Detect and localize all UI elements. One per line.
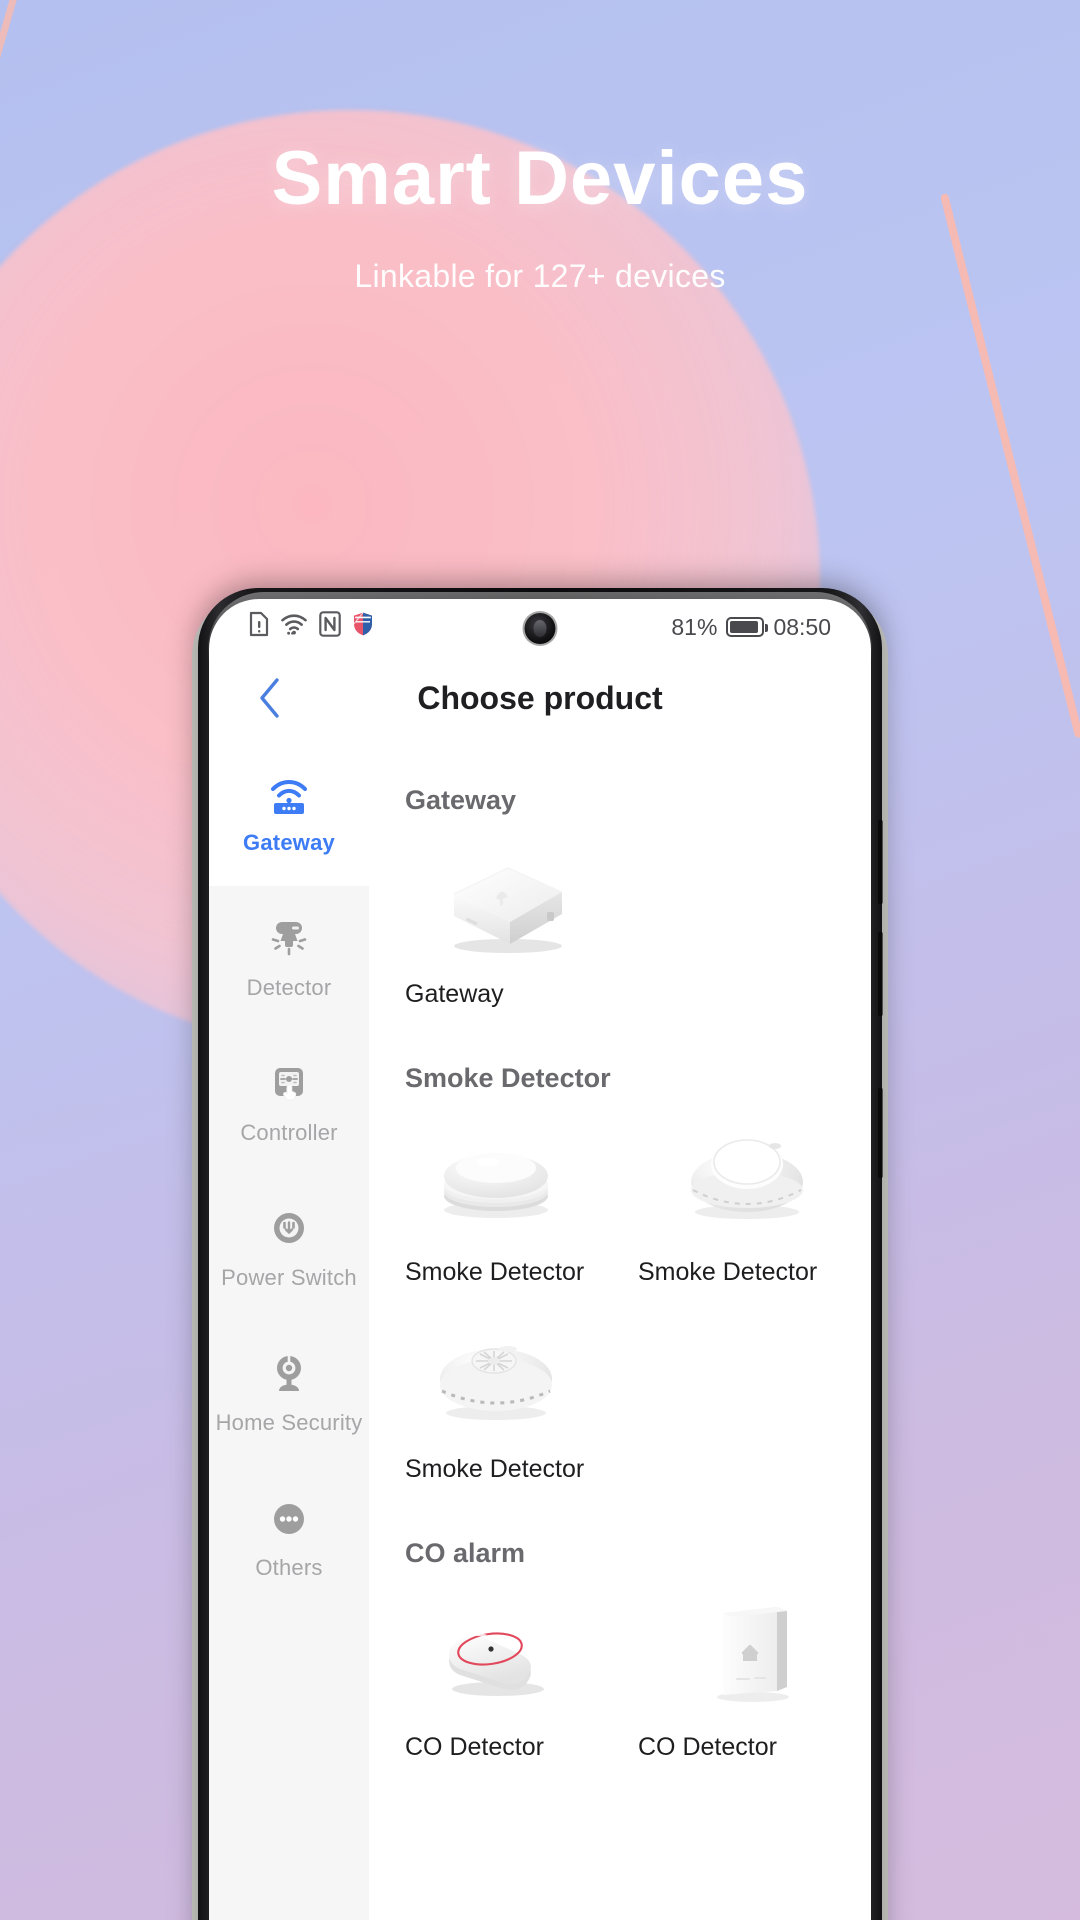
front-camera-punch-hole	[524, 613, 556, 644]
promo-text-block: Smart Devices Linkable for 127+ devices	[0, 0, 1080, 295]
sidebar-item-label: Power Switch	[221, 1265, 357, 1290]
status-bar: 81% 08:50	[209, 599, 871, 655]
status-bar-right: 81% 08:50	[671, 614, 831, 641]
product-label: CO Detector	[638, 1733, 777, 1761]
section-title: CO alarm	[405, 1538, 526, 1568]
product-label: Gateway	[405, 980, 504, 1008]
controller-panel-icon	[262, 1061, 316, 1107]
product-image-smoke-domed	[662, 1124, 852, 1236]
battery-percent-label: 81%	[671, 613, 718, 640]
product-label: Smoke Detector	[405, 1455, 585, 1483]
sidebar-item-home-security[interactable]: Home Security	[209, 1321, 369, 1466]
product-card[interactable]: Gateway	[405, 822, 638, 1019]
ellipsis-icon	[262, 1496, 316, 1542]
back-button[interactable]	[245, 674, 293, 722]
power-button[interactable]	[878, 1088, 883, 1178]
power-socket-icon	[262, 1206, 316, 1252]
sidebar-item-label: Gateway	[243, 830, 335, 855]
app-header: Choose product	[209, 655, 871, 741]
wifi-icon	[280, 612, 308, 642]
sidebar-item-label: Detector	[246, 975, 332, 1000]
sidebar-item-label: Home Security	[215, 1410, 363, 1435]
product-card[interactable]: CO Detector	[405, 1575, 638, 1772]
product-image-co-square-ring	[411, 1599, 601, 1711]
promo-title: Smart Devices	[271, 136, 809, 221]
product-grid: Smoke Detector Smoke Detector Smoke Dete…	[405, 1100, 871, 1494]
battery-icon	[726, 617, 769, 637]
clock-label: 08:50	[773, 613, 831, 640]
product-label: Smoke Detector	[405, 1258, 585, 1286]
sidebar-item-controller[interactable]: Controller	[209, 1031, 369, 1176]
product-card[interactable]: Smoke Detector	[405, 1100, 638, 1297]
shield-badge-icon	[352, 611, 374, 643]
phone-screen: 81% 08:50 Choose product Gateway Detecto…	[209, 599, 871, 1920]
product-label: CO Detector	[405, 1733, 544, 1761]
product-card[interactable]: Smoke Detector	[405, 1297, 638, 1494]
status-bar-left-icons	[249, 611, 374, 643]
gateway-router-icon	[262, 771, 316, 817]
chevron-left-icon	[260, 678, 279, 718]
sim-alert-icon	[249, 611, 269, 643]
product-image-smoke-vented	[411, 1321, 601, 1433]
product-section-smoke-detector: Smoke Detector Smoke Detector Smoke Dete…	[405, 1019, 871, 1494]
product-section-gateway: Gateway Gateway	[405, 741, 871, 1019]
sidebar-item-detector[interactable]: Detector	[209, 886, 369, 1031]
sidebar-item-label: Others	[255, 1555, 323, 1580]
volume-up-button[interactable]	[878, 820, 883, 904]
section-title: Smoke Detector	[405, 1063, 611, 1093]
security-camera-icon	[262, 1351, 316, 1397]
sidebar-item-gateway[interactable]: Gateway	[209, 741, 369, 886]
sidebar-item-label: Controller	[240, 1120, 338, 1145]
product-image-gateway	[411, 846, 601, 958]
app-body: Gateway Detector Controller Power Switch…	[209, 741, 871, 1920]
sidebar-item-power-switch[interactable]: Power Switch	[209, 1176, 369, 1321]
product-card[interactable]: Smoke Detector	[638, 1100, 871, 1297]
promo-subtitle: Linkable for 127+ devices	[354, 258, 726, 294]
volume-down-button[interactable]	[878, 932, 883, 1016]
product-grid: CO Detector CO Detector	[405, 1575, 871, 1772]
nfc-icon	[319, 611, 341, 643]
product-section-co-alarm: CO alarm CO Detector CO Detector	[405, 1494, 871, 1772]
page-title: Choose product	[417, 679, 663, 716]
product-label: Smoke Detector	[638, 1258, 818, 1286]
section-title: Gateway	[405, 785, 517, 815]
product-card[interactable]: CO Detector	[638, 1575, 871, 1772]
motion-detector-icon	[262, 916, 316, 962]
product-grid: Gateway	[405, 822, 871, 1019]
product-image-smoke-ribbed	[411, 1124, 601, 1236]
phone-mockup: 81% 08:50 Choose product Gateway Detecto…	[192, 588, 888, 1920]
product-image-co-wall-panel	[662, 1599, 852, 1711]
product-list: Gateway Gateway Smoke Detector Smoke Det…	[369, 741, 871, 1920]
sidebar-item-others[interactable]: Others	[209, 1466, 369, 1611]
category-sidebar: Gateway Detector Controller Power Switch…	[209, 741, 369, 1920]
